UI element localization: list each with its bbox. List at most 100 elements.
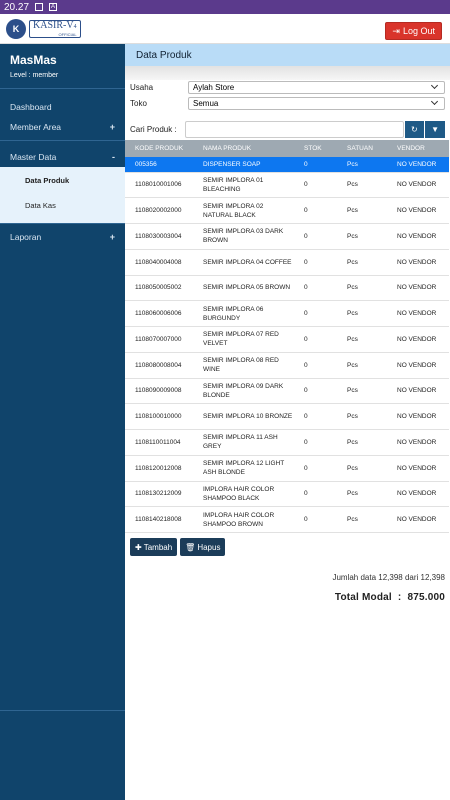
- table-row[interactable]: 1108120012008 SEMIR IMPLORA 12 LIGHT ASH …: [125, 455, 449, 481]
- usaha-select[interactable]: Aylah Store: [188, 80, 445, 94]
- hapus-button[interactable]: 🗑 Hapus: [180, 538, 226, 556]
- cell-kode: 1108030003004: [135, 232, 182, 240]
- cell-nama: SEMIR IMPLORA 01 BLEACHING: [203, 176, 264, 193]
- cell-satuan: Pcs: [347, 160, 358, 168]
- table-row[interactable]: 1108010001006 SEMIR IMPLORA 01 BLEACHING 0…: [125, 172, 449, 198]
- filter-panel: Usaha Aylah Store Toko Semua: [125, 80, 450, 110]
- logout-button[interactable]: ⇥ Log Out: [385, 22, 442, 40]
- sidebar-divider: [0, 710, 125, 711]
- cell-satuan: Pcs: [347, 413, 358, 421]
- header-stok[interactable]: STOK: [294, 140, 337, 157]
- cell-satuan: Pcs: [347, 207, 358, 215]
- sidebar-subitem-data-kas[interactable]: Data Kas: [0, 193, 125, 217]
- cell-vendor: NO VENDOR: [397, 335, 437, 343]
- usaha-value: Aylah Store: [193, 82, 235, 92]
- cell-kode: 1108130212009: [135, 490, 182, 498]
- cell-nama: SEMIR IMPLORA 11 ASH GREY: [203, 434, 278, 451]
- cell-satuan: Pcs: [347, 516, 358, 524]
- usaha-label: Usaha: [130, 82, 154, 92]
- cell-satuan: Pcs: [347, 181, 358, 189]
- cell-kode: 1108100010000: [135, 413, 182, 421]
- cell-kode: 1108070007000: [135, 335, 182, 343]
- filter-button[interactable]: ▼: [424, 121, 445, 138]
- cell-stok: 0: [304, 516, 308, 524]
- cell-vendor: NO VENDOR: [397, 413, 437, 421]
- collapse-icon: -: [112, 152, 115, 162]
- cell-satuan: Pcs: [347, 284, 358, 292]
- cell-vendor: NO VENDOR: [397, 464, 437, 472]
- header-kode-produk[interactable]: KODE PRODUK: [125, 140, 193, 157]
- logout-label: Log Out: [402, 26, 435, 36]
- cell-satuan: Pcs: [347, 258, 358, 266]
- cell-kode: 1108080008004: [135, 361, 182, 369]
- table-row[interactable]: 1108050005002 SEMIR IMPLORA 05 BROWN 0 Pcs N…: [125, 275, 449, 301]
- cell-nama: SEMIR IMPLORA 04 COFFEE: [203, 258, 292, 266]
- cell-stok: 0: [304, 258, 308, 266]
- table-row[interactable]: 1108060006006 SEMIR IMPLORA 06 BURGUNDY 0 P…: [125, 301, 449, 327]
- table-row[interactable]: 1108140218008 IMPLORA HAIR COLOR SHAMPOO …: [125, 507, 449, 533]
- cell-satuan: Pcs: [347, 464, 358, 472]
- page-title: Data Produk: [125, 44, 450, 66]
- table-row-selected[interactable]: 005356 DISPENSER SOAP 0 Pcs NO VENDOR: [125, 157, 449, 172]
- header-nama-produk[interactable]: NAMA PRODUK: [193, 140, 294, 157]
- table-row[interactable]: 1108080008004 SEMIR IMPLORA 08 RED WINE 0 P…: [125, 352, 449, 378]
- cell-stok: 0: [304, 387, 308, 395]
- cell-nama: IMPLORA HAIR COLOR SHAMPOO BROWN: [203, 511, 275, 528]
- logout-icon: ⇥: [392, 25, 400, 36]
- toko-value: Semua: [193, 98, 219, 108]
- sidebar-item-member-area[interactable]: Member Area +: [0, 117, 125, 141]
- cell-nama: SEMIR IMPLORA 05 BROWN: [203, 284, 291, 292]
- header-vendor[interactable]: VENDOR: [387, 140, 449, 157]
- total-modal: Total Modal:875.000: [125, 592, 450, 603]
- product-table: KODE PRODUK NAMA PRODUK STOK SATUAN VEND…: [125, 140, 449, 533]
- refresh-button[interactable]: ↻: [403, 121, 425, 138]
- cell-stok: 0: [304, 232, 308, 240]
- toko-select[interactable]: Semua: [188, 96, 445, 110]
- cell-stok: 0: [304, 413, 308, 421]
- table-row[interactable]: 1108030003004 SEMIR IMPLORA 03 DARK BROWN…: [125, 224, 449, 250]
- table-row[interactable]: 1108100010000 SEMIR IMPLORA 10 BRONZE 0 Pcs…: [125, 404, 449, 430]
- cell-nama: SEMIR IMPLORA 09 DARK BLONDE: [203, 382, 284, 399]
- cell-vendor: NO VENDOR: [397, 361, 437, 369]
- chevron-down-icon: [430, 97, 439, 106]
- table-row[interactable]: 1108020002000 SEMIR IMPLORA 02 NATURAL BL…: [125, 198, 449, 224]
- data-count: Jumlah data 12,398 dari 12,398: [332, 573, 445, 582]
- app-logo[interactable]: K KASIR-V4 OFFICIAL: [6, 17, 81, 41]
- cell-satuan: Pcs: [347, 232, 358, 240]
- cell-satuan: Pcs: [347, 387, 358, 395]
- cell-vendor: NO VENDOR: [397, 232, 437, 240]
- cell-satuan: Pcs: [347, 490, 358, 498]
- header-satuan[interactable]: SATUAN: [337, 140, 387, 157]
- cell-vendor: NO VENDOR: [397, 284, 437, 292]
- cell-kode: 1108110011004: [135, 438, 181, 446]
- tambah-button[interactable]: ✚ Tambah: [130, 538, 178, 556]
- table-row[interactable]: 1108070007000 SEMIR IMPLORA 07 RED VELVET…: [125, 327, 449, 353]
- cell-kode: 1108120012008: [135, 464, 182, 472]
- cell-kode: 1108020002000: [135, 207, 182, 215]
- sidebar-item-laporan[interactable]: Laporan +: [0, 227, 125, 247]
- table-row[interactable]: 1108110011004 SEMIR IMPLORA 11 ASH GREY 0 P…: [125, 430, 449, 456]
- user-level: Level : member: [10, 72, 59, 79]
- table-header-row: KODE PRODUK NAMA PRODUK STOK SATUAN VEND…: [125, 140, 449, 157]
- cell-stok: 0: [304, 361, 308, 369]
- total-label: Total Modal: [334, 592, 392, 603]
- cell-kode: 1108010001006: [135, 181, 182, 189]
- sidebar-subitem-data-produk[interactable]: Data Produk: [0, 167, 125, 193]
- search-input[interactable]: [185, 121, 404, 138]
- cell-stok: 0: [304, 310, 308, 318]
- logo-subtitle: OFFICIAL: [58, 32, 77, 37]
- sidebar-item-dashboard[interactable]: Dashboard: [0, 97, 125, 117]
- table-row[interactable]: 1108040004008 SEMIR IMPLORA 04 COFFEE 0 Pcs…: [125, 249, 449, 275]
- cell-vendor: NO VENDOR: [397, 207, 437, 215]
- table-row[interactable]: 1108130212009 IMPLORA HAIR COLOR SHAMPOO …: [125, 481, 449, 507]
- top-navbar: K KASIR-V4 OFFICIAL ⇥ Log Out: [0, 14, 450, 44]
- cell-vendor: NO VENDOR: [397, 516, 437, 524]
- cell-stok: 0: [304, 284, 308, 292]
- cell-nama: SEMIR IMPLORA 12 LIGHT ASH BLONDE: [203, 460, 285, 477]
- table-row[interactable]: 1108090009008 SEMIR IMPLORA 09 DARK BLOND…: [125, 378, 449, 404]
- search-bar: Cari Produk : ↻ ▼: [125, 121, 450, 138]
- sidebar-item-master-data[interactable]: Master Data -: [0, 147, 125, 167]
- user-panel: MasMas Level : member: [0, 44, 125, 89]
- cell-nama: IMPLORA HAIR COLOR SHAMPOO BLACK: [203, 485, 275, 502]
- chevron-down-icon: [430, 81, 439, 90]
